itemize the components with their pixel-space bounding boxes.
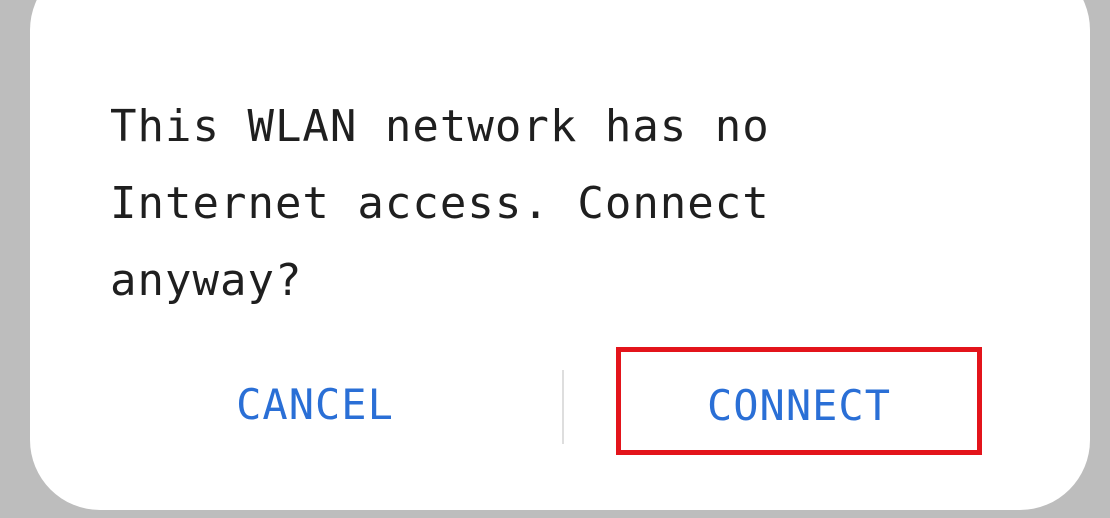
- connect-button[interactable]: CONNECT: [616, 347, 982, 455]
- dialog-message: This WLAN network has no Internet access…: [110, 101, 770, 306]
- cancel-button[interactable]: CANCEL: [165, 375, 465, 435]
- screen: This WLAN network has no Internet access…: [0, 0, 1110, 518]
- button-divider: [562, 370, 564, 444]
